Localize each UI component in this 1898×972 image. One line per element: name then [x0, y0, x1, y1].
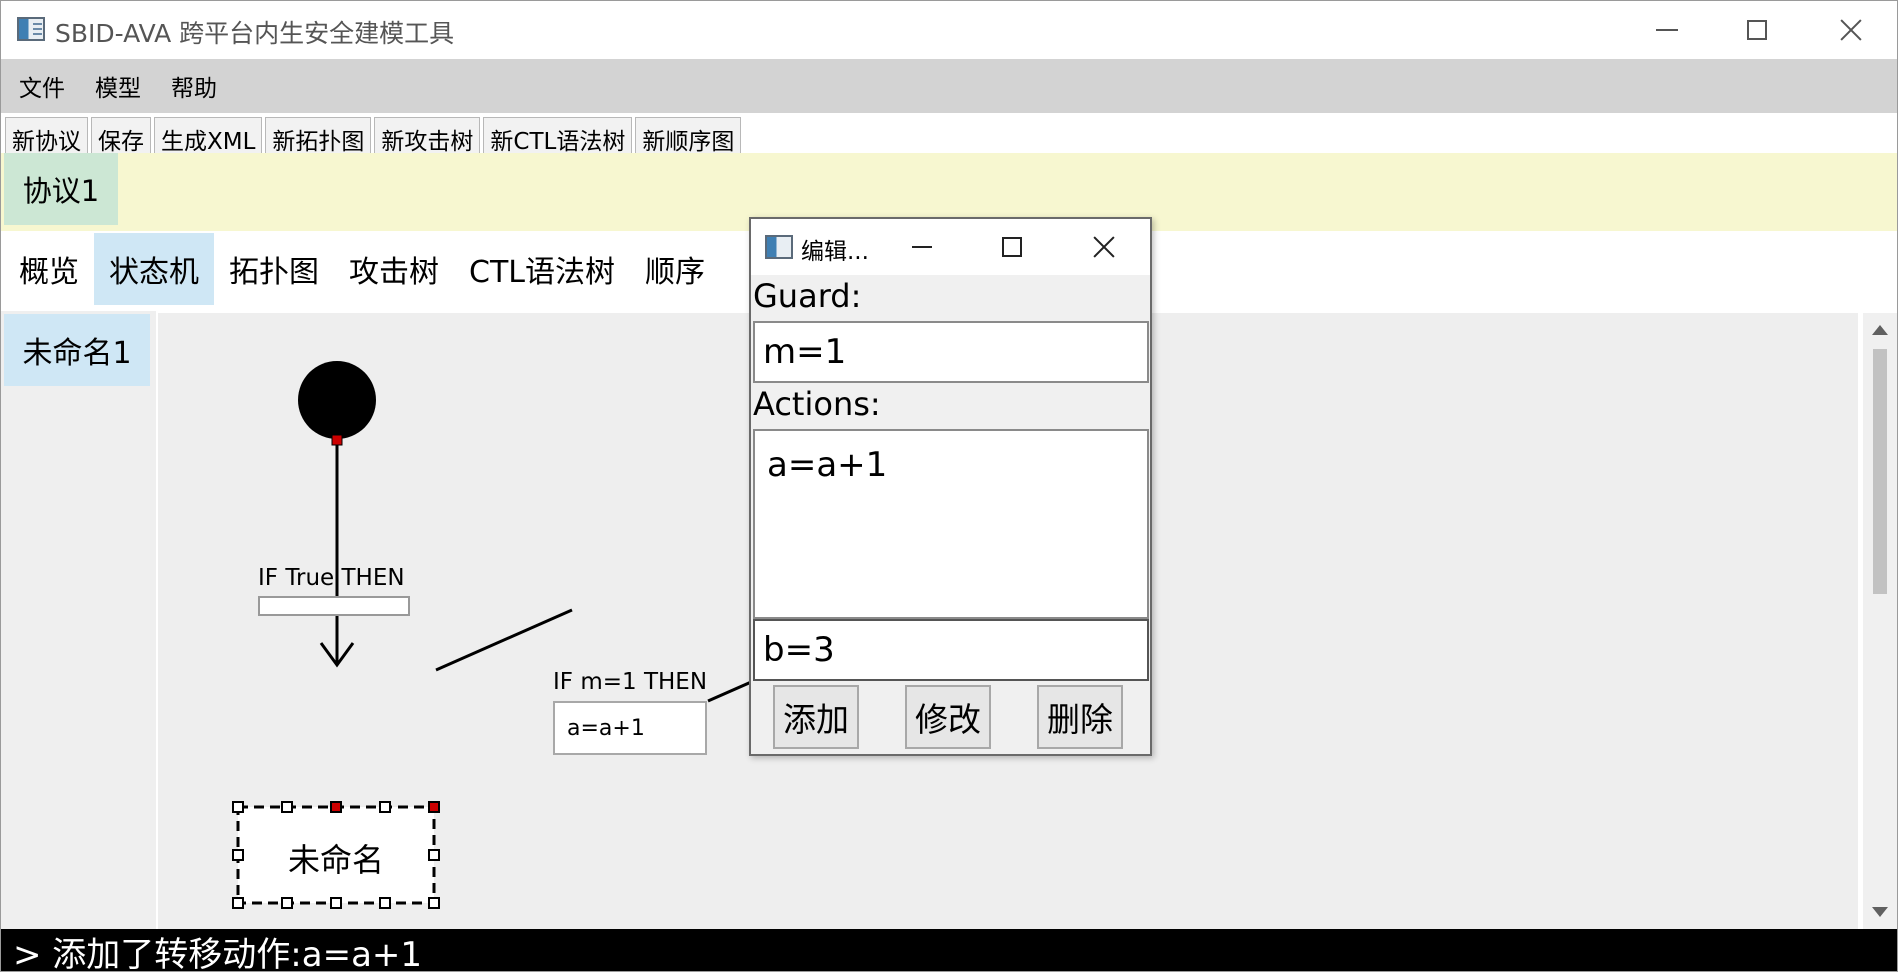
state-machine-item[interactable]: 未命名1 — [4, 314, 150, 386]
transition-action-box[interactable] — [258, 596, 410, 616]
maximize-icon — [1002, 237, 1022, 257]
anchor-point[interactable] — [428, 801, 440, 813]
tab-state-machine[interactable]: 状态机 — [94, 233, 214, 305]
state-name-label: 未命名 — [287, 841, 384, 879]
maximize-icon — [1747, 20, 1767, 40]
transition-action-box[interactable]: a=a+1 — [553, 701, 707, 755]
transition-guard-label: IF True THEN — [258, 565, 405, 591]
canvas-vertical-scrollbar[interactable] — [1863, 313, 1897, 929]
scroll-thumb[interactable] — [1873, 349, 1887, 594]
app-icon — [17, 17, 45, 41]
dialog-title: 编辑... — [801, 239, 869, 265]
dialog-app-icon — [765, 235, 793, 259]
new-action-input[interactable]: b=3 — [753, 619, 1149, 681]
menu-model[interactable]: 模型 — [83, 69, 153, 103]
guard-label: Guard: — [753, 277, 862, 315]
status-bar: > 添加了转移动作:a=a+1 — [1, 929, 1897, 971]
tab-sequence[interactable]: 顺序 — [630, 233, 720, 305]
tab-ctl-tree[interactable]: CTL语法树 — [454, 233, 630, 305]
tab-attack-tree[interactable]: 攻击树 — [334, 233, 454, 305]
action-list-item[interactable]: a=a+1 — [767, 445, 887, 485]
initial-state-node[interactable] — [298, 361, 376, 439]
edit-transition-dialog: 编辑... Guard: m=1 Actions: a=a+1 b=3 添加 修… — [749, 217, 1152, 756]
transition-line[interactable] — [435, 608, 573, 672]
toolbar: 新协议 保存 生成XML 新拓扑图 新攻击树 新CTL语法树 新顺序图 — [1, 113, 1897, 161]
dialog-title-bar[interactable]: 编辑... — [751, 219, 1150, 275]
minimize-icon — [912, 246, 932, 248]
tab-topology[interactable]: 拓扑图 — [214, 233, 334, 305]
app-window: SBID-AVA 跨平台内生安全建模工具 文件 模型 帮助 新协议 保存 生成X… — [0, 0, 1898, 972]
title-bar[interactable]: SBID-AVA 跨平台内生安全建模工具 — [1, 1, 1897, 59]
menu-file[interactable]: 文件 — [7, 69, 77, 103]
maximize-button[interactable] — [1711, 1, 1803, 59]
guard-input[interactable]: m=1 — [753, 321, 1149, 383]
window-title: SBID-AVA 跨平台内生安全建模工具 — [55, 19, 455, 48]
modify-action-button[interactable]: 修改 — [905, 685, 991, 749]
add-action-button[interactable]: 添加 — [773, 685, 859, 749]
close-icon — [1839, 18, 1863, 42]
dialog-minimize-button[interactable] — [887, 219, 957, 275]
actions-list[interactable]: a=a+1 — [753, 429, 1149, 619]
close-button[interactable] — [1805, 1, 1897, 59]
minimize-icon — [1656, 29, 1678, 31]
menu-bar: 文件 模型 帮助 — [1, 59, 1897, 113]
dialog-close-button[interactable] — [1069, 219, 1139, 275]
state-machine-list: 未命名1 — [1, 311, 156, 929]
anchor-point[interactable] — [330, 801, 342, 813]
menu-help[interactable]: 帮助 — [159, 69, 229, 103]
scroll-up-icon[interactable] — [1872, 325, 1888, 335]
transition-guard-label: IF m=1 THEN — [553, 669, 708, 695]
anchor-point[interactable] — [331, 434, 343, 446]
protocol-tab[interactable]: 协议1 — [4, 153, 118, 225]
minimize-button[interactable] — [1621, 1, 1713, 59]
tab-overview[interactable]: 概览 — [4, 233, 94, 305]
close-icon — [1093, 236, 1115, 258]
scroll-down-icon[interactable] — [1872, 907, 1888, 917]
actions-label: Actions: — [753, 385, 881, 423]
delete-action-button[interactable]: 删除 — [1037, 685, 1123, 749]
dialog-maximize-button[interactable] — [977, 219, 1047, 275]
